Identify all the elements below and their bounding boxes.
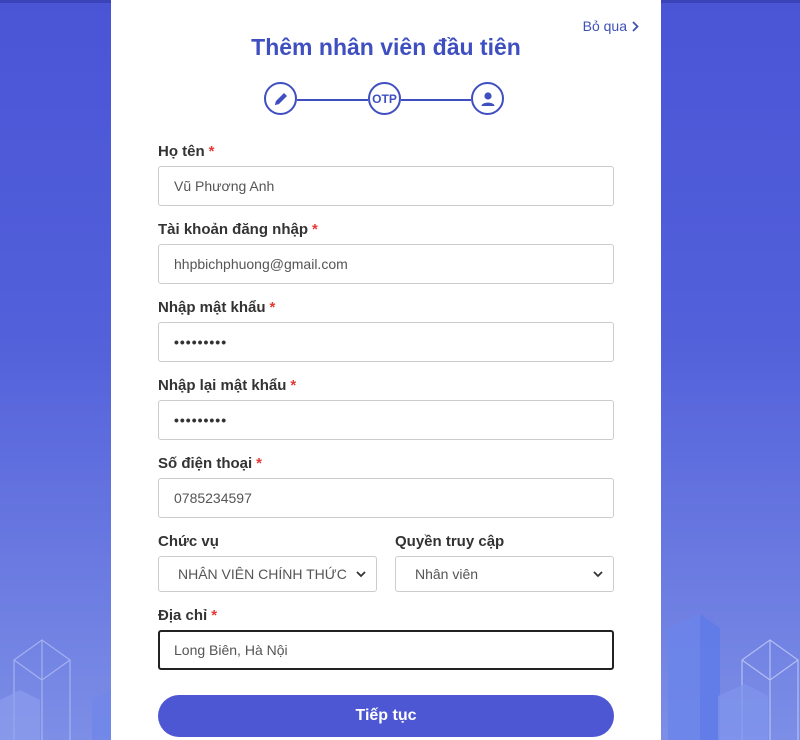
account-input-value: hhpbichphuong@gmail.com: [174, 256, 348, 272]
password-label: Nhập mật khẩu *: [158, 299, 275, 316]
password-confirm-label-text: Nhập lại mật khẩu: [158, 377, 287, 394]
phone-input[interactable]: 0785234597: [158, 478, 614, 518]
access-label: Quyền truy cập: [395, 533, 504, 550]
access-select[interactable]: Nhân viên: [395, 556, 614, 592]
step-progress: OTP: [264, 82, 508, 118]
required-mark: *: [208, 143, 215, 160]
password-input-value: •••••••••: [174, 334, 228, 350]
step-otp-label: OTP: [372, 91, 397, 106]
phone-input-value: 0785234597: [174, 490, 252, 506]
required-mark: *: [211, 607, 218, 624]
step-info: [264, 82, 297, 115]
access-label-text: Quyền truy cập: [395, 533, 505, 550]
address-label: Địa chỉ *: [158, 607, 217, 624]
name-input-value: Vũ Phương Anh: [174, 178, 275, 194]
continue-button[interactable]: Tiếp tục: [158, 695, 614, 737]
password-confirm-input-value: •••••••••: [174, 412, 228, 428]
access-select-value: Nhân viên: [415, 566, 479, 582]
password-confirm-label: Nhập lại mật khẩu *: [158, 377, 296, 394]
pencil-icon: [274, 92, 287, 105]
account-label: Tài khoản đăng nhập *: [158, 221, 318, 238]
chevron-right-icon: [632, 20, 639, 32]
password-confirm-input[interactable]: •••••••••: [158, 400, 614, 440]
address-label-text: Địa chỉ: [158, 607, 208, 624]
skip-link[interactable]: Bỏ qua: [583, 18, 639, 34]
position-select[interactable]: NHÂN VIÊN CHÍNH THỨC: [158, 556, 377, 592]
required-mark: *: [312, 221, 318, 238]
page-title: Thêm nhân viên đầu tiên: [251, 34, 521, 60]
phone-label-text: Số điện thoại: [158, 455, 253, 472]
add-employee-card: Bỏ qua Thêm nhân viên đầu tiên OTP Họ tê…: [111, 0, 661, 740]
name-label: Họ tên *: [158, 143, 215, 160]
position-label-text: Chức vụ: [158, 533, 219, 550]
required-mark: *: [269, 299, 276, 316]
step-connector: [297, 99, 368, 101]
name-label-text: Họ tên: [158, 143, 205, 160]
step-account: [471, 82, 504, 115]
chevron-down-icon: [356, 570, 366, 577]
continue-button-label: Tiếp tục: [355, 707, 417, 724]
address-input-value: Long Biên, Hà Nội: [174, 642, 288, 658]
account-label-text: Tài khoản đăng nhập: [158, 221, 309, 238]
password-input[interactable]: •••••••••: [158, 322, 614, 362]
phone-label: Số điện thoại *: [158, 455, 262, 472]
name-input[interactable]: Vũ Phương Anh: [158, 166, 614, 206]
step-otp: OTP: [368, 82, 401, 115]
required-mark: *: [256, 455, 263, 472]
position-select-value: NHÂN VIÊN CHÍNH THỨC: [178, 566, 347, 582]
required-mark: *: [290, 377, 297, 394]
skip-label: Bỏ qua: [582, 18, 627, 34]
step-connector: [401, 99, 471, 101]
chevron-down-icon: [593, 570, 603, 577]
user-icon: [481, 91, 494, 106]
address-input[interactable]: Long Biên, Hà Nội: [158, 630, 614, 670]
account-input[interactable]: hhpbichphuong@gmail.com: [158, 244, 614, 284]
password-label-text: Nhập mật khẩu: [158, 299, 266, 316]
position-label: Chức vụ: [158, 533, 219, 550]
